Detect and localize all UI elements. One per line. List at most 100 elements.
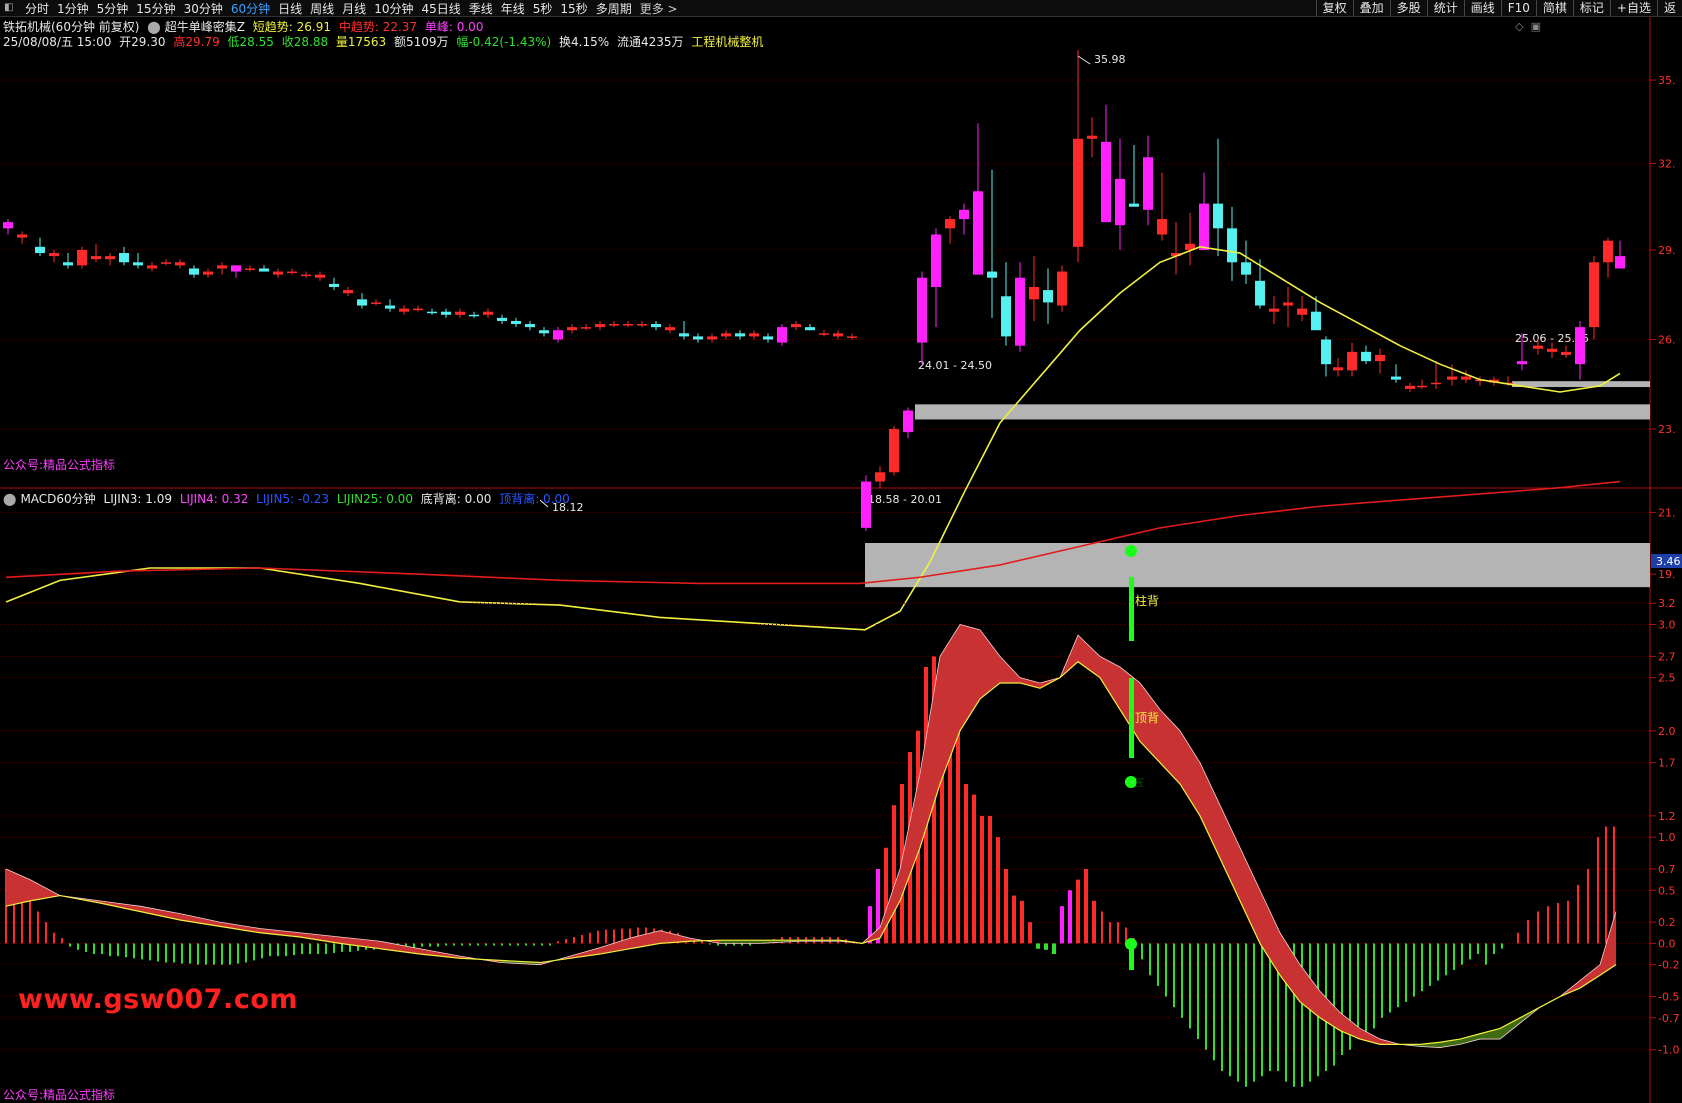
lijin4-value: LIJIN4: 0.32 (179, 492, 249, 506)
candle-body (987, 271, 997, 278)
candle-body (805, 327, 815, 331)
candle-body (1297, 308, 1307, 315)
macd-ribbon-segment (1020, 677, 1040, 689)
candle-body (343, 290, 353, 294)
candle-body (273, 271, 283, 275)
ind-axis-label: 1.2 (1658, 810, 1676, 823)
top-divergence-value: 顶背离: 0.00 (499, 492, 570, 506)
macd-ribbon-segment (1180, 730, 1200, 816)
indicator-panel-caption: 公众号:精品公式指标 (3, 1088, 116, 1102)
candle-body (1241, 262, 1251, 275)
candle-body (623, 324, 633, 326)
candle-body (483, 311, 493, 315)
ind-top-badge: 3.46 (1656, 555, 1681, 568)
candle-body (1405, 385, 1415, 389)
candle-body (455, 311, 465, 315)
candle-body (595, 324, 605, 328)
candle-body (791, 324, 801, 328)
macd-ribbon-segment (1580, 964, 1600, 989)
candle-body (931, 234, 941, 287)
bottom-divergence-value: 底背离: 0.00 (420, 492, 492, 506)
candle-body (175, 262, 185, 266)
lijin3-value: LIJIN3: 1.09 (103, 492, 173, 506)
candle-body (119, 253, 129, 263)
macd-ribbon-segment (980, 629, 1000, 699)
price-zone-bottom (865, 542, 1650, 588)
ind-axis-label: 1.7 (1658, 757, 1676, 770)
zone-bottom-label: 18.58 - 20.01 (868, 493, 942, 506)
macd-ribbon-segment (1480, 1028, 1500, 1040)
candle-body (1001, 296, 1011, 337)
price-axis-label: 19. (1658, 568, 1676, 581)
candle-body (679, 333, 689, 337)
candle-body (1269, 308, 1279, 312)
candle-body (1333, 367, 1343, 371)
candle-body (1547, 348, 1557, 352)
candle-body (497, 317, 507, 321)
candle-body (385, 305, 395, 309)
indicator-toggle-icon[interactable]: ⬤ (3, 492, 16, 506)
candle-body (441, 311, 451, 315)
ind-axis-label: -0.2 (1658, 959, 1679, 972)
candle-body (1447, 376, 1457, 380)
macd-ribbon-segment (1078, 635, 1100, 678)
candle-body (259, 268, 269, 272)
candle-body (357, 299, 367, 306)
candle-body (525, 324, 535, 328)
candle-body (567, 327, 577, 331)
ind-axis-label: 2.5 (1658, 672, 1676, 685)
ind-axis-label: 0.2 (1658, 916, 1676, 929)
candle-body (1311, 311, 1321, 331)
candle-body (1087, 135, 1097, 139)
candle-body (819, 333, 829, 335)
lijin5-value: LIJIN5: -0.23 (256, 492, 329, 506)
ind-axis-label: 0.0 (1658, 937, 1676, 950)
candle-body (189, 268, 199, 275)
candle-body (3, 222, 13, 229)
candle-body (1129, 203, 1139, 207)
candle-body (651, 324, 661, 328)
ind-axis-label: 3.2 (1658, 597, 1676, 610)
candle-body (1391, 376, 1401, 380)
candle-body (1199, 203, 1209, 250)
candle-body (1589, 262, 1599, 328)
ind-axis-label: -0.7 (1658, 1012, 1679, 1025)
divergence-bar-2 (1129, 678, 1134, 758)
signal-label-3: 压 (1135, 778, 1144, 789)
candle-body (49, 253, 59, 257)
candle-body (287, 271, 297, 274)
divergence-dot-top (1125, 545, 1137, 557)
candle-body (1561, 351, 1571, 355)
candle-body (1431, 382, 1441, 385)
candle-body (77, 249, 87, 266)
divergence-bar-1 (1129, 577, 1134, 641)
lijin25-value: LIJIN25: 0.00 (336, 492, 413, 506)
candle-body (1057, 271, 1067, 306)
candle-body (889, 429, 899, 473)
candle-body (763, 336, 773, 340)
ind-axis-label: 2.7 (1658, 650, 1676, 663)
price-axis-label: 26. (1658, 333, 1676, 346)
candle-body (161, 262, 171, 264)
candle-body (1417, 385, 1427, 388)
indicator-title[interactable]: MACD60分钟 (20, 492, 95, 506)
price-zone-right (1512, 381, 1650, 388)
candle-body (833, 333, 843, 337)
candle-body (1375, 354, 1385, 362)
candle-body (147, 265, 157, 269)
candle-body (105, 256, 115, 260)
price-axis-label: 32. (1658, 157, 1676, 170)
macd-ribbon-segment (1200, 762, 1220, 859)
candle-body (749, 333, 759, 337)
chart-canvas[interactable]: 35. 32. 29. 26. 23. 21. 19. 18.58 - 20.01 24.01 … (0, 0, 1682, 1103)
candle-body (539, 330, 549, 334)
candle-body (1347, 351, 1357, 371)
candle-body (1029, 286, 1039, 300)
indicator-header: ⬤ MACD60分钟 LIJIN3: 1.09 LIJIN4: 0.32 LIJI… (3, 490, 574, 507)
candle-body (1603, 240, 1613, 263)
ind-axis-label: 2.0 (1658, 725, 1676, 738)
macd-ribbon-segment (1000, 656, 1020, 683)
candle-body (735, 333, 745, 337)
candle-body (371, 302, 381, 304)
watermark: www.gsw007.com (18, 984, 299, 1015)
